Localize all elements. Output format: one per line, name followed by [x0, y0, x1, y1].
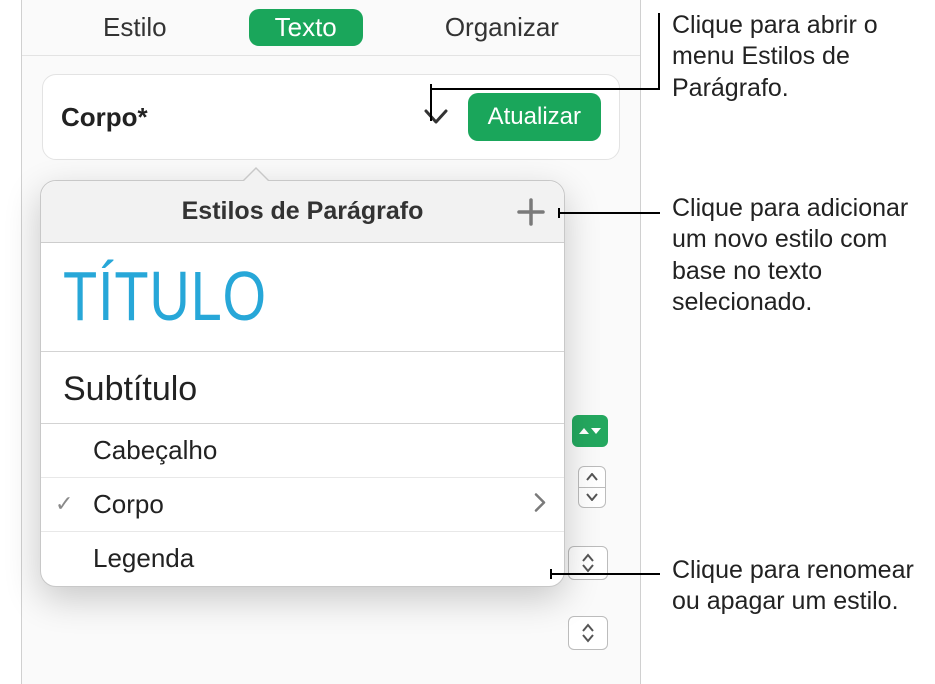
chevron-up-icon	[586, 473, 598, 481]
dropdown-button-2[interactable]	[568, 616, 608, 650]
style-item-cabecalho[interactable]: Cabeçalho	[41, 424, 564, 478]
popover-header: Estilos de Parágrafo	[41, 181, 564, 243]
style-item-corpo-label: Corpo	[93, 489, 164, 520]
style-item-legenda-label: Legenda	[93, 543, 194, 574]
style-item-cabecalho-label: Cabeçalho	[93, 435, 217, 466]
chevron-up-down-icon	[582, 623, 594, 643]
callout-lead	[658, 13, 660, 90]
font-size-stepper[interactable]	[578, 466, 606, 508]
style-item-legenda[interactable]: Legenda	[41, 532, 564, 586]
callout-rename-delete: Clique para renomear ou apagar um estilo…	[672, 555, 932, 618]
callout-lead	[430, 88, 660, 90]
chevron-up-down-icon	[582, 553, 594, 573]
style-item-submenu-button[interactable]	[534, 489, 546, 520]
callout-add-style: Clique para adicionar um novo estilo com…	[672, 193, 932, 318]
paragraph-styles-menu-button[interactable]	[422, 103, 450, 131]
style-item-subtitulo-label: Subtítulo	[63, 370, 197, 408]
tab-arrange[interactable]: Organizar	[445, 12, 559, 43]
style-item-subtitulo[interactable]: Subtítulo	[41, 352, 564, 424]
style-item-titulo-label: TÍTULO	[63, 267, 446, 327]
paragraph-style-row: Corpo* Atualizar	[42, 74, 620, 160]
style-item-titulo[interactable]: TÍTULO	[41, 243, 564, 352]
callout-lead	[558, 212, 660, 214]
color-popup-button[interactable]	[572, 415, 608, 447]
chevron-right-icon	[534, 493, 546, 513]
current-style-name: Corpo*	[61, 102, 422, 133]
plus-icon	[516, 197, 546, 227]
chevron-down-icon	[586, 493, 598, 501]
tab-style[interactable]: Estilo	[103, 12, 167, 43]
checkmark-icon: ✓	[55, 491, 73, 517]
callout-lead	[550, 573, 660, 575]
update-style-button[interactable]: Atualizar	[468, 93, 601, 141]
popover-title: Estilos de Parágrafo	[182, 197, 424, 226]
callout-open-menu: Clique para abrir o menu Estilos de Pará…	[672, 10, 932, 104]
add-style-button[interactable]	[516, 197, 546, 227]
paragraph-styles-popover: Estilos de Parágrafo TÍTULO Subtítulo Ca…	[40, 180, 565, 587]
tab-text[interactable]: Texto	[249, 9, 363, 46]
style-item-corpo[interactable]: ✓ Corpo	[41, 478, 564, 532]
chevron-down-icon	[424, 109, 448, 125]
tab-bar: Estilo Texto Organizar	[22, 0, 640, 56]
